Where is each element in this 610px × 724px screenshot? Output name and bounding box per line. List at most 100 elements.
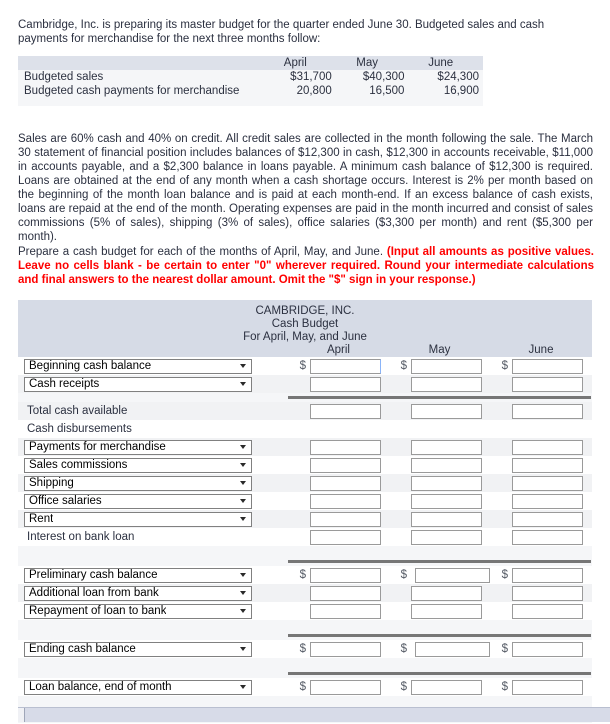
input-beginning-cash-balance-may[interactable] bbox=[411, 358, 482, 374]
input-preliminary-cash-balance-may[interactable] bbox=[415, 567, 490, 583]
select-sales-commissions[interactable]: Sales commissions bbox=[24, 457, 252, 473]
label-total-cash-available: Total cash available bbox=[27, 405, 128, 417]
input-cash-receipts-may[interactable] bbox=[411, 376, 482, 392]
horizontal-scrollbar[interactable] bbox=[18, 707, 610, 722]
input-sales-commissions-may[interactable] bbox=[411, 457, 482, 473]
money-cell-may: $ bbox=[389, 567, 490, 583]
input-loan-balance-end-of-month-april[interactable] bbox=[310, 679, 381, 695]
month-header-june: June bbox=[528, 344, 554, 356]
select-value: Preliminary cash balance bbox=[29, 569, 158, 581]
input-office-salaries-april[interactable] bbox=[310, 493, 381, 509]
requirement-paragraph: Prepare a cash budget for each of the mo… bbox=[18, 245, 594, 287]
select-cash-receipts[interactable]: Cash receipts bbox=[24, 376, 252, 392]
select-office-salaries[interactable]: Office salaries bbox=[24, 493, 252, 509]
money-cell-april bbox=[288, 511, 389, 527]
input-shipping-april[interactable] bbox=[310, 475, 381, 491]
select-payments-for-merchandise[interactable]: Payments for merchandise bbox=[24, 439, 252, 455]
money-cell-june bbox=[490, 439, 592, 455]
input-additional-loan-from-bank-may[interactable] bbox=[411, 585, 482, 601]
rule-line bbox=[288, 396, 591, 399]
input-additional-loan-from-bank-april[interactable] bbox=[310, 585, 381, 601]
input-total-cash-available-june[interactable] bbox=[512, 403, 583, 419]
input-interest-on-bank-loan-april[interactable] bbox=[310, 529, 381, 545]
input-total-cash-available-april[interactable] bbox=[310, 403, 381, 419]
money-cell-may bbox=[389, 603, 490, 619]
select-preliminary-cash-balance[interactable]: Preliminary cash balance bbox=[24, 567, 252, 583]
money-cell-june bbox=[490, 603, 592, 619]
input-repayment-of-loan-to-bank-april[interactable] bbox=[310, 603, 381, 619]
select-ending-cash-balance[interactable]: Ending cash balance bbox=[24, 641, 252, 657]
subtotal-rule-3 bbox=[18, 631, 592, 640]
input-loan-balance-end-of-month-may[interactable] bbox=[411, 679, 482, 695]
input-loan-balance-end-of-month-june[interactable] bbox=[512, 679, 583, 695]
row-rent: Rent bbox=[18, 510, 592, 528]
select-value: Additional loan from bank bbox=[29, 587, 159, 599]
money-cell-april bbox=[288, 376, 389, 392]
input-rent-june[interactable] bbox=[512, 511, 583, 527]
label-cell: Cash receipts bbox=[18, 376, 288, 392]
money-cell-june bbox=[490, 457, 592, 473]
input-payments-for-merchandise-may[interactable] bbox=[411, 439, 482, 455]
input-repayment-of-loan-to-bank-june[interactable] bbox=[512, 603, 583, 619]
input-cash-receipts-april[interactable] bbox=[310, 376, 381, 392]
input-ending-cash-balance-june[interactable] bbox=[512, 641, 583, 657]
input-sales-commissions-april[interactable] bbox=[310, 457, 381, 473]
input-ending-cash-balance-april[interactable] bbox=[310, 641, 381, 657]
input-beginning-cash-balance-april[interactable] bbox=[310, 358, 381, 374]
select-value: Repayment of loan to bank bbox=[29, 605, 167, 617]
money-cell-may: $ bbox=[389, 679, 490, 695]
money-cell-may: $ bbox=[389, 358, 490, 374]
input-shipping-june[interactable] bbox=[512, 475, 583, 491]
input-rent-april[interactable] bbox=[310, 511, 381, 527]
subtotal-rule-4 bbox=[18, 669, 592, 678]
assumptions-paragraph: Sales are 60% cash and 40% on credit. Al… bbox=[18, 133, 593, 243]
chevron-down-icon bbox=[240, 463, 246, 467]
money-cell-april bbox=[288, 457, 389, 473]
select-shipping[interactable]: Shipping bbox=[24, 475, 252, 491]
input-preliminary-cash-balance-june[interactable] bbox=[512, 567, 583, 583]
money-cell-june bbox=[490, 511, 592, 527]
input-interest-on-bank-loan-may[interactable] bbox=[411, 529, 482, 545]
form-title-company: CAMBRIDGE, INC. bbox=[255, 305, 355, 317]
currency-symbol: $ bbox=[299, 360, 306, 372]
select-beginning-cash-balance[interactable]: Beginning cash balance bbox=[24, 358, 252, 374]
row-repayment-of-loan-to-bank: Repayment of loan to bank bbox=[18, 602, 592, 620]
input-ending-cash-balance-may[interactable] bbox=[415, 641, 490, 657]
input-office-salaries-june[interactable] bbox=[512, 493, 583, 509]
scrollbar-thumb[interactable] bbox=[18, 708, 25, 722]
currency-symbol: $ bbox=[299, 681, 306, 693]
input-office-salaries-may[interactable] bbox=[411, 493, 482, 509]
money-cell-may bbox=[389, 511, 490, 527]
input-payments-for-merchandise-april[interactable] bbox=[310, 439, 381, 455]
money-cell-may bbox=[389, 529, 490, 545]
select-additional-loan-from-bank[interactable]: Additional loan from bank bbox=[24, 585, 252, 601]
input-cash-receipts-june[interactable] bbox=[512, 376, 583, 392]
input-interest-on-bank-loan-june[interactable] bbox=[512, 529, 583, 545]
row-spacer-2 bbox=[18, 620, 592, 631]
input-additional-loan-from-bank-june[interactable] bbox=[512, 585, 583, 601]
select-repayment-of-loan-to-bank[interactable]: Repayment of loan to bank bbox=[24, 603, 252, 619]
input-payments-for-merchandise-june[interactable] bbox=[512, 439, 583, 455]
input-preliminary-cash-balance-april[interactable] bbox=[310, 567, 381, 583]
header-june: June bbox=[428, 57, 454, 69]
select-rent[interactable]: Rent bbox=[24, 511, 252, 527]
select-value: Ending cash balance bbox=[29, 643, 136, 655]
money-cell-may bbox=[389, 403, 490, 419]
currency-symbol: $ bbox=[400, 681, 407, 693]
input-total-cash-available-may[interactable] bbox=[411, 403, 482, 419]
currency-symbol: $ bbox=[400, 643, 407, 655]
row-sales-commissions: Sales commissions bbox=[18, 456, 592, 474]
input-sales-commissions-june[interactable] bbox=[512, 457, 583, 473]
currency-symbol: $ bbox=[501, 360, 508, 372]
cash-payments-may: 16,500 bbox=[369, 85, 405, 97]
money-cell-april bbox=[288, 475, 389, 491]
input-beginning-cash-balance-june[interactable] bbox=[512, 358, 583, 374]
input-shipping-may[interactable] bbox=[411, 475, 482, 491]
select-loan-balance-end-of-month[interactable]: Loan balance, end of month bbox=[24, 679, 252, 695]
input-repayment-of-loan-to-bank-may[interactable] bbox=[411, 603, 482, 619]
input-rent-may[interactable] bbox=[411, 511, 482, 527]
table-row: Budgeted cash payments for merchandise 2… bbox=[18, 84, 483, 98]
chevron-down-icon bbox=[240, 609, 246, 613]
label-cell: Ending cash balance bbox=[18, 641, 288, 657]
row-label-budgeted-sales: Budgeted sales bbox=[24, 71, 104, 83]
